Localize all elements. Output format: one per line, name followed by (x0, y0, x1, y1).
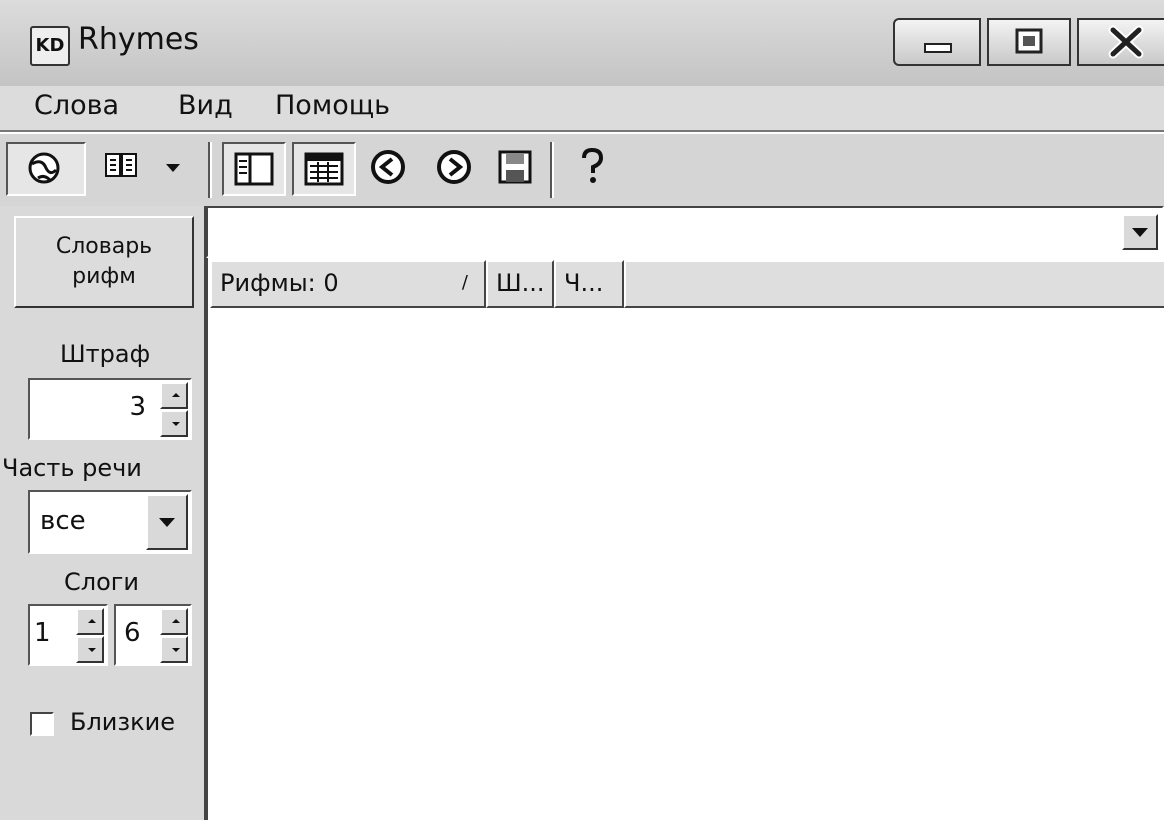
syllables-min-value: 1 (34, 618, 51, 648)
earth-button[interactable] (6, 142, 86, 196)
toolbar-separator (550, 142, 554, 198)
penalty-value: 3 (129, 392, 146, 422)
close-rhymes-checkbox[interactable] (30, 712, 54, 736)
toolbar-separator (208, 142, 212, 198)
app-window: KD Rhymes Слова Вид Помощь Словарь рифм … (0, 0, 1164, 820)
syllables-max-spin-arrows (160, 606, 190, 664)
part-of-speech-label: Часть речи (2, 454, 142, 482)
table-icon (304, 152, 344, 186)
syllables-min-decrement-button[interactable] (76, 636, 104, 663)
save-button[interactable] (488, 142, 544, 196)
help-icon (582, 147, 604, 183)
search-combobox[interactable] (206, 206, 1164, 258)
window-title: Rhymes (78, 22, 199, 57)
sort-indicator: / (461, 272, 468, 293)
app-icon: KD (30, 26, 70, 66)
menu-item-help[interactable]: Помощь (275, 90, 390, 121)
panel-button[interactable] (222, 142, 286, 196)
rhyme-dictionary-label-line2: рифм (72, 264, 136, 289)
rhyme-dictionary-button[interactable]: Словарь рифм (14, 216, 194, 308)
minimize-button[interactable] (893, 18, 981, 66)
back-button[interactable] (358, 142, 420, 196)
title-bar[interactable]: KD Rhymes (0, 0, 1164, 86)
close-rhymes-label[interactable]: Близкие (70, 708, 175, 736)
penalty-spinner[interactable]: 3 (28, 378, 192, 440)
forward-button[interactable] (424, 142, 486, 196)
syllables-max-increment-button[interactable] (160, 608, 188, 635)
syllables-max-spinner[interactable]: 6 (114, 604, 192, 666)
syllables-min-increment-button[interactable] (76, 608, 104, 635)
back-icon (371, 150, 405, 184)
column-header-rhymes-label: Рифмы: 0 (220, 269, 339, 297)
menu-bar: Слова Вид Помощь (0, 86, 1164, 132)
earth-icon (28, 152, 60, 184)
part-of-speech-select[interactable]: все (28, 490, 192, 554)
part-of-speech-dropdown-button[interactable] (146, 494, 188, 550)
syllables-min-spin-arrows (76, 606, 106, 664)
penalty-spin-arrows (160, 380, 190, 438)
column-header-filler (624, 260, 1164, 308)
penalty-decrement-button[interactable] (160, 410, 188, 437)
penalty-label: Штраф (60, 340, 151, 368)
part-of-speech-value: все (40, 506, 86, 536)
forward-icon (437, 150, 471, 184)
menu-item-view[interactable]: Вид (178, 90, 233, 121)
table-view-button[interactable] (292, 142, 356, 196)
column-header-rhymes[interactable]: Рифмы: 0 / (210, 260, 486, 308)
save-icon (498, 150, 532, 184)
maximize-button[interactable] (987, 18, 1071, 66)
rhymes-list[interactable]: Рифмы: 0 / Ш... Ч... (206, 258, 1164, 820)
toolbar (0, 132, 1164, 208)
syllables-max-value: 6 (124, 618, 141, 648)
syllables-max-decrement-button[interactable] (160, 636, 188, 663)
close-button[interactable] (1077, 18, 1164, 66)
column-header-3[interactable]: Ч... (554, 260, 624, 308)
left-panel: Словарь рифм Штраф 3 Часть речи все Слог… (0, 206, 207, 820)
penalty-increment-button[interactable] (160, 382, 188, 409)
dictionary-dropdown-button[interactable] (92, 142, 202, 196)
column-header-2[interactable]: Ш... (486, 260, 554, 308)
rhyme-dictionary-label-line1: Словарь (55, 234, 153, 259)
syllables-min-spinner[interactable]: 1 (28, 604, 108, 666)
syllables-label: Слоги (64, 568, 139, 596)
minimize-icon (924, 43, 952, 53)
book-dropdown-icon (105, 153, 180, 177)
close-icon (1108, 25, 1144, 59)
search-dropdown-button[interactable] (1122, 214, 1158, 250)
panel-icon (234, 152, 274, 186)
help-button[interactable] (562, 142, 624, 196)
maximize-icon (1015, 28, 1043, 54)
menu-item-words[interactable]: Слова (34, 90, 119, 121)
